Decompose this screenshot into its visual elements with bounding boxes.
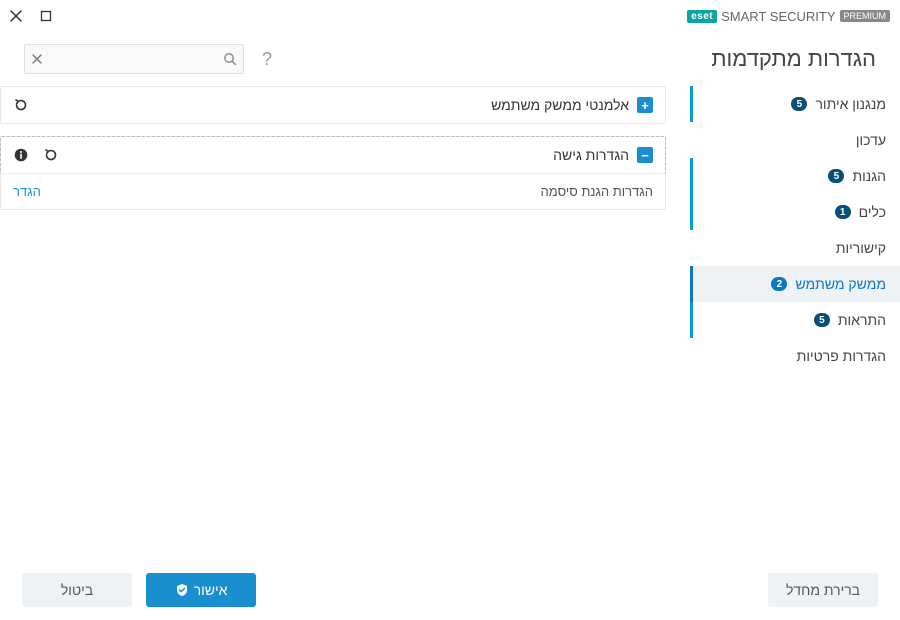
main-content: + אלמנטי ממשק משתמש − הגדרות גישה	[0, 80, 690, 560]
info-icon[interactable]	[13, 147, 29, 163]
ok-button[interactable]: אישור	[146, 573, 256, 607]
help-icon[interactable]: ?	[262, 49, 272, 70]
sidebar-item-badge: 2	[771, 277, 787, 291]
revert-icon[interactable]	[13, 97, 29, 113]
close-icon[interactable]	[10, 10, 22, 22]
cancel-button[interactable]: ביטול	[22, 573, 132, 607]
search-input[interactable]	[43, 52, 223, 66]
cancel-button-label: ביטול	[61, 582, 93, 598]
password-protection-label: הגדרות הגנת סיסמה	[541, 184, 653, 199]
ok-button-label: אישור	[194, 582, 228, 598]
sidebar-item-badge: 5	[791, 97, 807, 111]
default-button-label: ברירת מחדל	[786, 582, 860, 598]
sidebar: מנגנון איתור 5 עדכון הגנות 5 כלים 1 קישו…	[690, 80, 900, 560]
expand-icon[interactable]: +	[637, 97, 653, 113]
sidebar-item-notifications[interactable]: התראות 5	[690, 302, 900, 338]
brand-edition: PREMIUM	[840, 10, 891, 22]
sidebar-item-label: הגדרות פרטיות	[797, 348, 886, 364]
brand-name: SMART SECURITY	[721, 9, 835, 24]
panel-ui-elements: + אלמנטי ממשק משתמש	[0, 86, 666, 124]
password-protection-configure-link[interactable]: הגדר	[13, 184, 41, 199]
search-box[interactable]	[24, 44, 244, 74]
clear-search-icon[interactable]	[31, 53, 43, 65]
sidebar-item-label: הגנות	[852, 168, 886, 184]
page-title: הגדרות מתקדמות	[711, 46, 876, 72]
sidebar-item-connectivity[interactable]: קישוריות	[690, 230, 900, 266]
revert-icon[interactable]	[43, 147, 59, 163]
sidebar-item-user-interface[interactable]: ממשק משתמש 2	[690, 266, 900, 302]
sidebar-item-label: התראות	[838, 312, 886, 328]
sidebar-item-badge: 5	[814, 313, 830, 327]
titlebar: eset SMART SECURITY PREMIUM	[0, 0, 900, 32]
sidebar-item-update[interactable]: עדכון	[690, 122, 900, 158]
panel-access-settings: − הגדרות גישה הגדרות הגנת סיסמה הגדר	[0, 136, 666, 210]
sidebar-item-detection-engine[interactable]: מנגנון איתור 5	[690, 86, 900, 122]
shield-check-icon	[175, 583, 189, 597]
default-button[interactable]: ברירת מחדל	[768, 573, 878, 607]
panel-title: הגדרות גישה	[553, 147, 629, 163]
panel-ui-elements-header[interactable]: + אלמנטי ממשק משתמש	[1, 87, 665, 123]
panel-access-settings-header[interactable]: − הגדרות גישה	[0, 136, 666, 174]
sidebar-item-protections[interactable]: הגנות 5	[690, 158, 900, 194]
sidebar-item-privacy[interactable]: הגדרות פרטיות	[690, 338, 900, 374]
sidebar-item-label: כלים	[859, 204, 886, 220]
brand-logo: eset	[687, 10, 717, 23]
sidebar-item-label: עדכון	[856, 132, 886, 148]
header: הגדרות מתקדמות ?	[0, 38, 900, 80]
search-icon[interactable]	[223, 52, 237, 66]
maximize-icon[interactable]	[40, 10, 52, 22]
sidebar-item-label: ממשק משתמש	[795, 276, 886, 292]
brand: eset SMART SECURITY PREMIUM	[687, 9, 890, 24]
sidebar-item-label: מנגנון איתור	[815, 96, 886, 112]
collapse-icon[interactable]: −	[637, 147, 653, 163]
sidebar-item-badge: 1	[835, 205, 851, 219]
panel-title: אלמנטי ממשק משתמש	[491, 97, 629, 113]
sidebar-item-badge: 5	[828, 169, 844, 183]
footer: ברירת מחדל ביטול אישור	[0, 560, 900, 620]
sidebar-item-label: קישוריות	[836, 240, 886, 256]
panel-access-settings-body: הגדרות הגנת סיסמה הגדר	[1, 173, 665, 209]
sidebar-item-tools[interactable]: כלים 1	[690, 194, 900, 230]
